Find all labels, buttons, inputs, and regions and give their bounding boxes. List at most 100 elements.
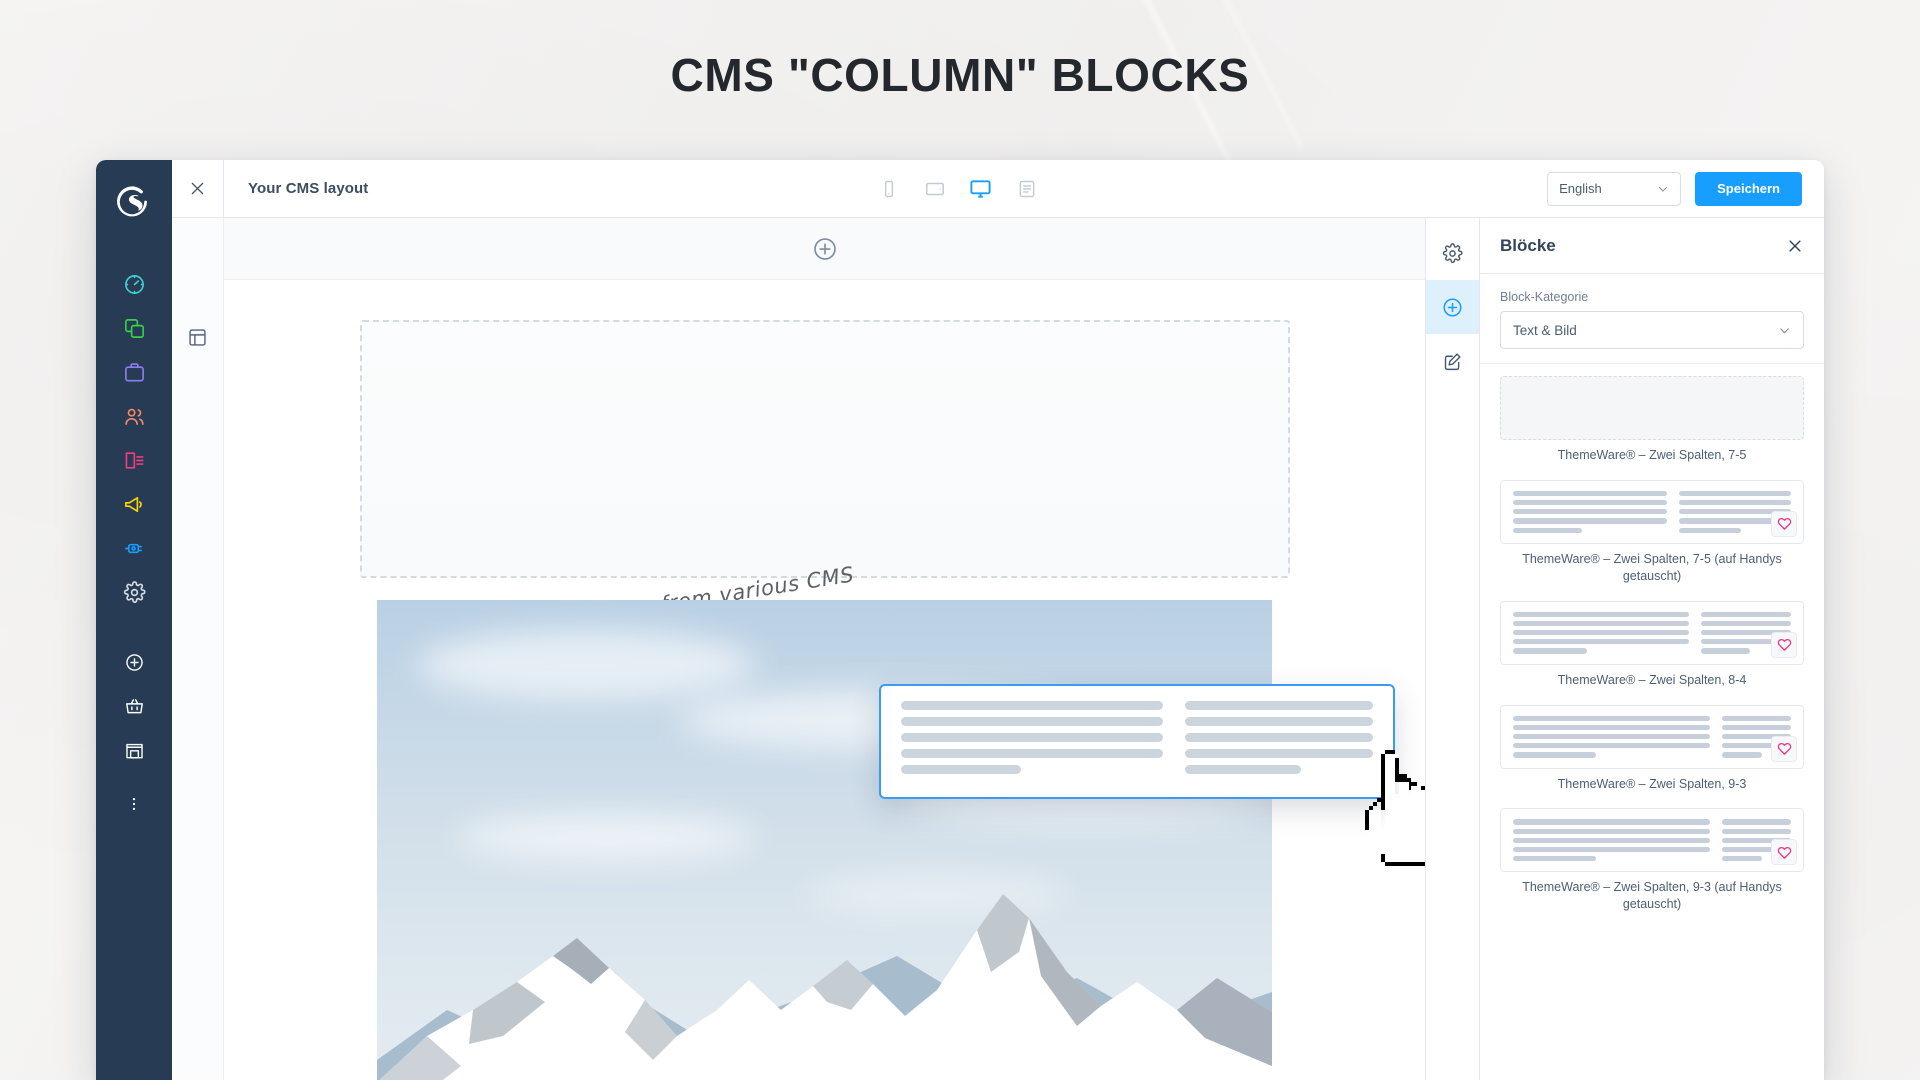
thumb-left-column	[1513, 819, 1710, 862]
close-blocks-panel-button[interactable]	[1786, 237, 1804, 255]
favorite-heart-button[interactable]	[1771, 510, 1797, 537]
language-value: English	[1559, 181, 1602, 196]
favorite-heart-button[interactable]	[1771, 735, 1797, 762]
placeholder-line	[1513, 724, 1710, 730]
panel-tab-settings[interactable]	[1426, 226, 1480, 280]
block-list-item[interactable]: ThemeWare® – Zwei Spalten, 7-5	[1500, 376, 1804, 464]
placeholder-line	[1679, 527, 1741, 533]
placeholder-line	[901, 749, 1163, 758]
edit-element-icon	[1444, 352, 1461, 370]
topbar-actions: English Speichern	[1547, 160, 1824, 217]
panel-tab-edit-element[interactable]	[1426, 334, 1480, 388]
chevron-down-icon	[1780, 327, 1789, 333]
save-button[interactable]: Speichern	[1695, 171, 1802, 206]
device-desktop-view[interactable]	[968, 176, 994, 202]
placeholder-line	[1184, 717, 1373, 726]
placeholder-line	[1184, 749, 1373, 758]
heart-icon	[1777, 518, 1791, 531]
canvas-scroll-region: Choose from various CMS blocks for uniqu…	[224, 280, 1425, 1080]
favorite-heart-button[interactable]	[1771, 631, 1797, 658]
sidebar-item-marketing[interactable]	[112, 482, 156, 526]
block-label: ThemeWare® – Zwei Spalten, 7-5	[1557, 448, 1747, 462]
sidebar-item-extensions[interactable]	[112, 526, 156, 570]
device-content-view[interactable]	[1014, 176, 1040, 202]
placeholder-line	[1513, 500, 1668, 506]
placeholder-line	[1513, 856, 1596, 862]
language-select[interactable]: English	[1547, 171, 1682, 206]
placeholder-line	[1184, 701, 1373, 710]
placeholder-line	[1513, 518, 1668, 524]
block-category-filter: Block-Kategorie Text & Bild	[1480, 274, 1824, 364]
placeholder-line	[1513, 837, 1710, 843]
more-options-icon[interactable]	[112, 782, 156, 826]
placeholder-line	[1721, 715, 1791, 721]
block-list-item[interactable]: ThemeWare® – Zwei Spalten, 9-3 (auf Hand…	[1500, 808, 1804, 913]
block-list-item[interactable]: ThemeWare® – Zwei Spalten, 8-4	[1500, 600, 1804, 689]
shopware-admin-window: Your CMS layout English Speichern Choose…	[96, 160, 1824, 1080]
sidebar-item-content[interactable]	[112, 438, 156, 482]
left-tool-strip	[172, 218, 224, 1080]
placeholder-line	[1513, 828, 1710, 834]
block-thumbnail[interactable]	[1500, 376, 1804, 440]
placeholder-line	[1721, 724, 1791, 730]
placeholder-line	[1513, 648, 1587, 654]
placeholder-line	[1679, 490, 1791, 497]
device-mobile-view[interactable]	[876, 176, 902, 202]
block-list-item[interactable]: ThemeWare® – Zwei Spalten, 7-5 (auf Hand…	[1500, 479, 1804, 585]
editor-main: Your CMS layout English Speichern Choose…	[172, 160, 1824, 1080]
heart-icon	[1777, 639, 1791, 651]
sidebar-item-orders[interactable]	[112, 350, 156, 394]
block-category-value: Text & Bild	[1513, 322, 1577, 338]
placeholder-line	[1513, 490, 1668, 497]
blocks-panel: Blöcke Block-Kategorie Text & Bild Theme…	[1479, 218, 1824, 1080]
placeholder-line	[1184, 765, 1302, 774]
placeholder-line	[901, 701, 1163, 710]
block-thumbnail[interactable]	[1500, 600, 1804, 665]
layout-sidebar-toggle-icon[interactable]	[183, 322, 213, 352]
block-category-select[interactable]: Text & Bild	[1500, 311, 1804, 349]
favorite-heart-button[interactable]	[1771, 839, 1797, 866]
dragged-two-column-block[interactable]	[879, 684, 1395, 799]
mountain-image-block[interactable]	[377, 600, 1272, 1080]
close-editor-button[interactable]	[172, 160, 224, 217]
placeholder-line	[1513, 819, 1710, 825]
block-thumbnail[interactable]	[1500, 704, 1804, 769]
sidebar-item-customers[interactable]	[112, 394, 156, 438]
block-label: ThemeWare® – Zwei Spalten, 9-3	[1557, 776, 1747, 791]
empty-section-dropzone[interactable]	[359, 320, 1290, 578]
mountain-ridge	[377, 894, 1272, 1080]
add-quick-action-icon[interactable]	[112, 640, 156, 684]
sales-channel-store-icon[interactable]	[112, 728, 156, 772]
placeholder-line	[1700, 611, 1791, 617]
placeholder-line	[1513, 630, 1689, 636]
block-category-label: Block-Kategorie	[1500, 290, 1589, 304]
placeholder-line	[1679, 500, 1791, 506]
thumb-left-column	[1513, 611, 1689, 654]
sidebar-item-catalogues[interactable]	[112, 306, 156, 350]
plus-circle-icon[interactable]	[812, 236, 838, 262]
block-label: ThemeWare® – Zwei Spalten, 7-5 (auf Hand…	[1522, 551, 1782, 583]
placeholder-line	[1513, 752, 1596, 758]
sidebar-item-dashboard[interactable]	[112, 262, 156, 306]
block-thumbnail[interactable]	[1500, 808, 1804, 873]
device-tablet-view[interactable]	[922, 176, 948, 202]
placeholder-line	[1513, 527, 1583, 533]
shopping-basket-icon[interactable]	[112, 684, 156, 728]
thumb-left-column	[1513, 715, 1710, 758]
editor-workarea: Choose from various CMS blocks for uniqu…	[172, 218, 1824, 1080]
chevron-down-icon	[1659, 186, 1668, 192]
block-thumbnail[interactable]	[1500, 479, 1804, 544]
placeholder-line	[1513, 743, 1710, 749]
placeholder-line	[1184, 733, 1373, 742]
placeholder-line	[1513, 639, 1689, 645]
placeholder-line	[1721, 819, 1791, 825]
panel-tab-add-blocks[interactable]	[1425, 280, 1480, 334]
block-list-item[interactable]: ThemeWare® – Zwei Spalten, 9-3	[1500, 704, 1804, 793]
placeholder-line	[1700, 648, 1751, 654]
editor-panel-rail	[1425, 218, 1480, 1080]
device-preview-switcher	[368, 160, 1547, 217]
sidebar-item-settings[interactable]	[112, 570, 156, 614]
placeholder-line	[1513, 846, 1710, 853]
close-icon	[1789, 239, 1801, 252]
shopware-logo[interactable]	[111, 176, 157, 228]
